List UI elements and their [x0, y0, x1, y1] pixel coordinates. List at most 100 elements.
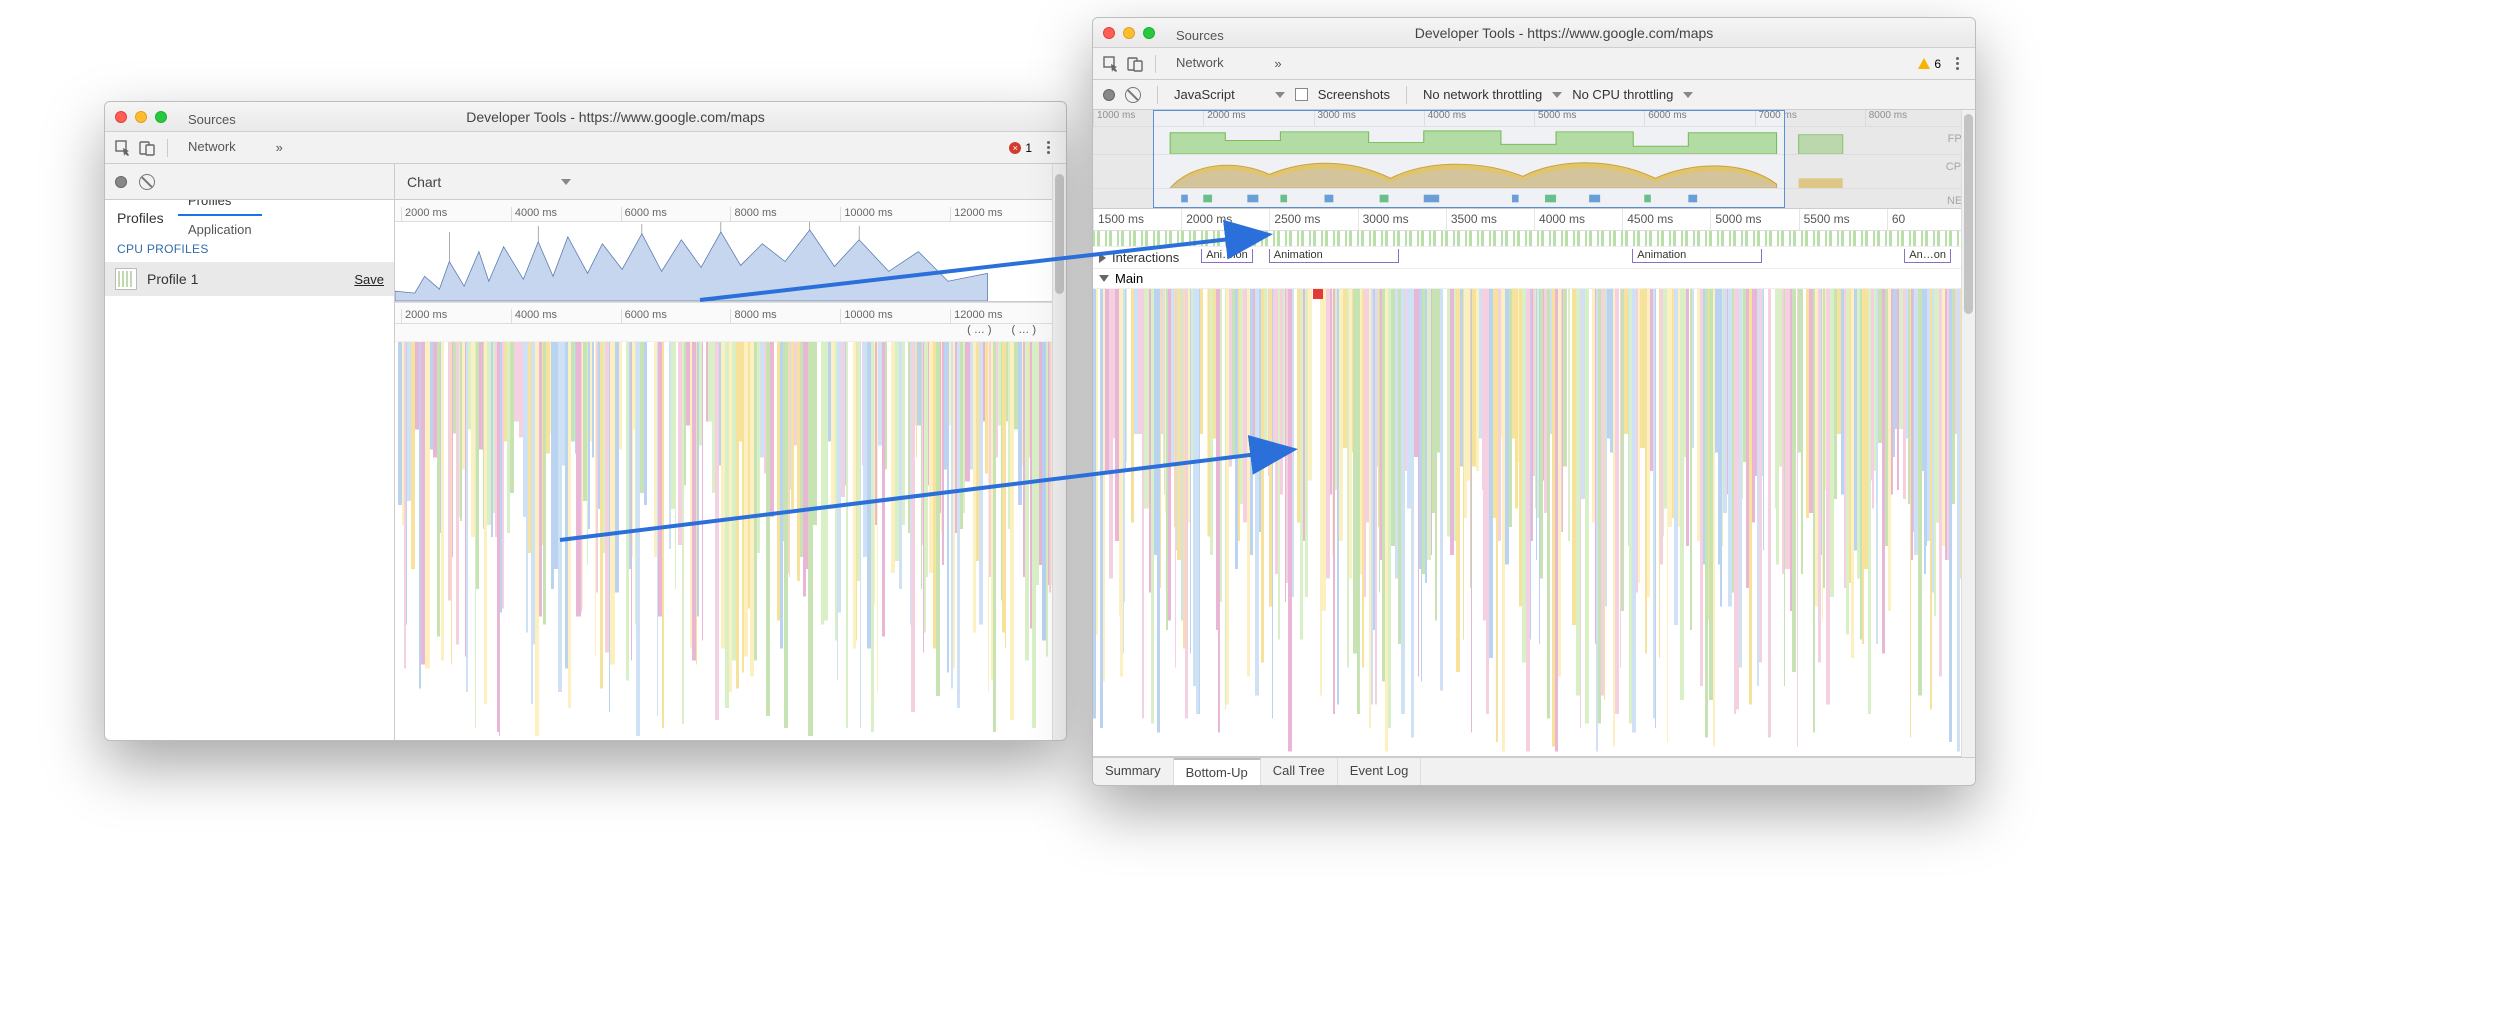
ruler-tick: 6000 ms [621, 207, 731, 221]
screenshots-checkbox[interactable] [1295, 88, 1308, 101]
chevron-down-icon[interactable] [1275, 92, 1285, 98]
clear-icon[interactable] [139, 174, 155, 190]
ruler-tick: 5000 ms [1710, 209, 1798, 230]
ruler-tick: 6000 ms [1644, 110, 1754, 126]
sidebar-title: Profiles [105, 200, 394, 236]
ruler-tick: 3000 ms [1358, 209, 1446, 230]
expand-triangle-icon[interactable] [1099, 253, 1106, 263]
profile-chart-area: Chart 2000 ms4000 ms6000 ms8000 ms10000 … [395, 164, 1066, 740]
minimize-icon[interactable] [135, 111, 147, 123]
clear-icon[interactable] [1125, 87, 1141, 103]
kebab-menu-icon[interactable] [1947, 54, 1967, 74]
divider [1155, 55, 1156, 73]
window-controls[interactable] [115, 111, 167, 123]
tabs-overflow[interactable]: » [1264, 50, 1291, 77]
record-button[interactable] [115, 176, 127, 188]
capture-select-label: JavaScript [1174, 87, 1235, 102]
details-tab-bottom-up[interactable]: Bottom-Up [1174, 758, 1261, 785]
inspect-icon[interactable] [113, 138, 133, 158]
zoom-icon[interactable] [1143, 27, 1155, 39]
main-thread-row[interactable]: Main [1093, 269, 1975, 289]
kebab-menu-icon[interactable] [1038, 138, 1058, 158]
window-controls[interactable] [1103, 27, 1155, 39]
profile-name: Profile 1 [147, 271, 344, 287]
time-ruler-overview[interactable]: 2000 ms4000 ms6000 ms8000 ms10000 ms1200… [395, 200, 1066, 222]
inspect-icon[interactable] [1101, 54, 1121, 74]
profile-row[interactable]: Profile 1 Save [105, 262, 394, 296]
frames-strip[interactable] [1093, 231, 1975, 247]
details-tab-summary[interactable]: Summary [1093, 758, 1174, 785]
network-throttle-select[interactable]: No network throttling [1423, 87, 1542, 102]
ruler-tick: 3500 ms [1446, 209, 1534, 230]
devtools-tabbar: ElementsConsoleSourcesNetworkTimelinePro… [105, 132, 1066, 164]
chevron-down-icon[interactable] [1683, 92, 1693, 98]
details-tabs: SummaryBottom-UpCall TreeEvent Log [1093, 757, 1975, 785]
details-tab-call-tree[interactable]: Call Tree [1261, 758, 1338, 785]
view-select[interactable]: Chart [395, 164, 1066, 200]
details-tab-event-log[interactable]: Event Log [1338, 758, 1422, 785]
interactions-label: Interactions [1112, 250, 1179, 265]
overview-timeline[interactable]: 1000 ms2000 ms3000 ms4000 ms5000 ms6000 … [1093, 110, 1975, 209]
ruler-tick: 5500 ms [1799, 209, 1887, 230]
animation-segment[interactable]: Animation [1269, 249, 1399, 263]
divider [1406, 86, 1407, 104]
tab-network[interactable]: Network [1166, 49, 1260, 76]
tab-sources[interactable]: Sources [1166, 22, 1260, 49]
flame-chart[interactable] [395, 342, 1066, 740]
tabs-overflow[interactable]: » [266, 134, 293, 161]
sidebar-toolbar [105, 164, 394, 200]
tab-network[interactable]: Network [178, 133, 262, 160]
ruler-tick: 1500 ms [1093, 209, 1181, 230]
ruler-tick: 8000 ms [730, 309, 840, 323]
minimize-icon[interactable] [1123, 27, 1135, 39]
chevron-down-icon[interactable] [1552, 92, 1562, 98]
device-toggle-icon[interactable] [137, 138, 157, 158]
collapse-triangle-icon[interactable] [1099, 275, 1109, 282]
time-ruler-detail[interactable]: 2000 ms4000 ms6000 ms8000 ms10000 ms1200… [395, 302, 1066, 324]
ruler-tick: 2000 ms [401, 309, 511, 323]
window-title: Developer Tools - https://www.google.com… [175, 109, 1056, 125]
close-icon[interactable] [1103, 27, 1115, 39]
close-icon[interactable] [115, 111, 127, 123]
truncation-row: ( … ) ( … ) [395, 324, 1066, 342]
animation-segment[interactable]: Animation [1632, 249, 1762, 263]
main-flame-chart[interactable] [1093, 289, 1975, 757]
detail-ruler[interactable]: 1500 ms2000 ms2500 ms3000 ms3500 ms4000 … [1093, 209, 1975, 231]
ruler-tick: 3000 ms [1314, 110, 1424, 126]
scrollbar[interactable] [1052, 164, 1066, 740]
ruler-tick: 10000 ms [840, 207, 950, 221]
cpu-overview-chart[interactable] [395, 222, 1066, 302]
profiles-sidebar: Profiles CPU PROFILES Profile 1 Save [105, 164, 395, 740]
warning-badge[interactable]: 6 [1918, 57, 1941, 71]
ruler-tick: 2000 ms [401, 207, 511, 221]
scrollbar-thumb[interactable] [1964, 114, 1973, 314]
scrollbar[interactable] [1961, 110, 1975, 757]
animation-segment[interactable]: Ani…ion [1201, 249, 1253, 263]
window-title: Developer Tools - https://www.google.com… [1163, 25, 1965, 41]
record-button[interactable] [1103, 89, 1115, 101]
device-toggle-icon[interactable] [1125, 54, 1145, 74]
ellipsis-label: ( … ) [1012, 324, 1036, 341]
ruler-tick: 10000 ms [840, 309, 950, 323]
error-dot-icon: × [1009, 142, 1021, 154]
warning-count: 6 [1934, 57, 1941, 71]
cpu-throttle-select[interactable]: No CPU throttling [1572, 87, 1673, 102]
overview-mask-left [1093, 110, 1153, 208]
overview-mask-right [1785, 110, 1975, 208]
tab-sources[interactable]: Sources [178, 106, 262, 133]
screenshots-label: Screenshots [1318, 87, 1390, 102]
interactions-row[interactable]: Interactions Ani…ion Animation Animation… [1093, 247, 1975, 269]
zoom-icon[interactable] [155, 111, 167, 123]
devtools-tabbar: ElementsConsoleSourcesNetworkPerformance… [1093, 48, 1975, 80]
error-badge[interactable]: × 1 [1009, 141, 1032, 155]
ruler-tick: 12000 ms [950, 207, 1060, 221]
ruler-tick: 4000 ms [511, 309, 621, 323]
animation-segment[interactable]: An…on [1904, 249, 1951, 263]
ruler-tick: 2000 ms [1203, 110, 1313, 126]
ruler-tick: 6000 ms [621, 309, 731, 323]
view-select-label: Chart [407, 174, 441, 190]
perf-toolbar: JavaScript Screenshots No network thrott… [1093, 80, 1975, 110]
save-link[interactable]: Save [354, 272, 384, 287]
scrollbar-thumb[interactable] [1055, 174, 1064, 294]
ruler-tick: 4000 ms [511, 207, 621, 221]
